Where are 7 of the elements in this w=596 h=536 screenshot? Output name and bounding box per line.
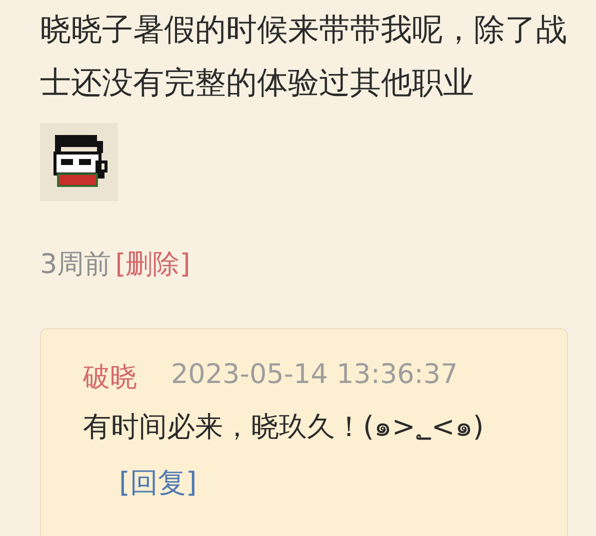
delete-link[interactable]: [删除]: [115, 249, 190, 280]
post-text: 晓晓子暑假的时候来带带我呢，除了战士还没有完整的体验过其他职业: [40, 11, 568, 103]
post-time: 3周前: [40, 249, 112, 280]
reply-author[interactable]: 破晓: [83, 359, 137, 395]
reply-link[interactable]: [回复]: [119, 466, 197, 499]
reply-timestamp: 2023-05-14 13:36:37: [171, 359, 458, 392]
reply-text: 有时间必来，晓玖久！(๑>؂<๑): [83, 410, 484, 443]
